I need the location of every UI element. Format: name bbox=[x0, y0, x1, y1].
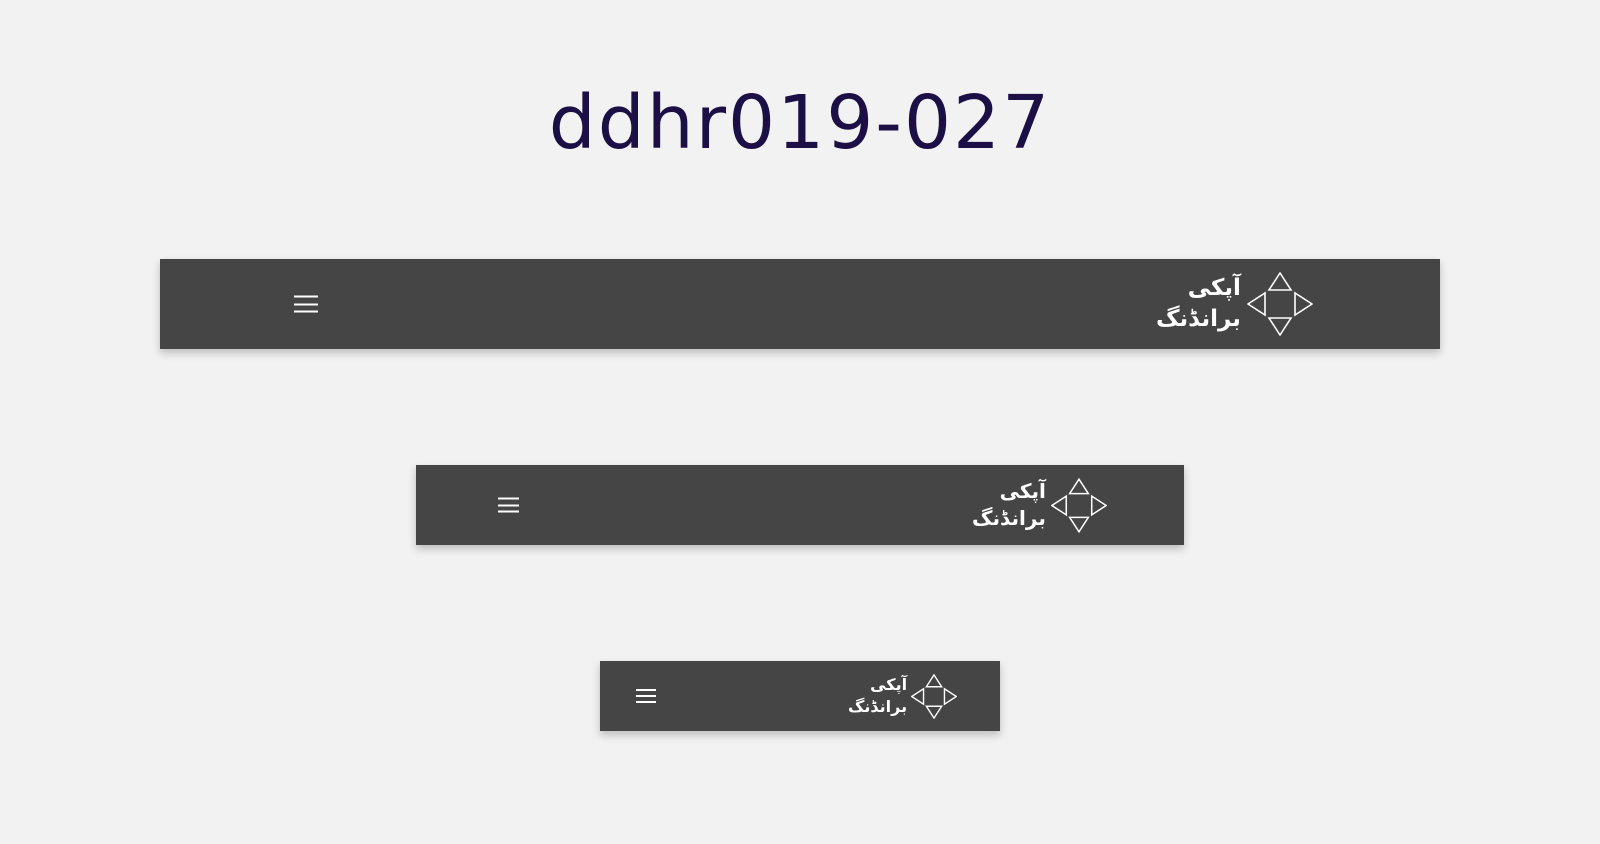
logo-text: آپکی برانڈنگ bbox=[972, 478, 1046, 532]
four-triangles-icon bbox=[911, 673, 958, 719]
brand-logo[interactable]: آپکی برانڈنگ bbox=[1156, 259, 1313, 349]
hamburger-line bbox=[498, 504, 519, 506]
page-title: ddhr019-027 bbox=[548, 80, 1052, 166]
hamburger-line bbox=[636, 695, 656, 697]
logo-line-1: آپکی bbox=[870, 675, 908, 694]
menu-button[interactable] bbox=[498, 497, 519, 513]
logo-line-2: برانڈنگ bbox=[972, 506, 1046, 530]
menu-button[interactable] bbox=[636, 689, 656, 703]
navbar-small: آپکی برانڈنگ bbox=[600, 661, 1000, 731]
logo-line-1: آپکی bbox=[1187, 275, 1241, 301]
four-triangles-icon bbox=[1050, 477, 1107, 533]
hamburger-line bbox=[294, 295, 318, 298]
logo-line-1: آپکی bbox=[999, 479, 1046, 503]
brand-logo[interactable]: آپکی برانڈنگ bbox=[972, 465, 1107, 545]
hamburger-line bbox=[294, 303, 318, 305]
hamburger-line bbox=[294, 310, 318, 313]
navbar-medium: آپکی برانڈنگ bbox=[416, 465, 1184, 545]
navbar-large: آپکی برانڈنگ bbox=[160, 259, 1440, 349]
hamburger-line bbox=[498, 510, 519, 513]
hamburger-line bbox=[636, 689, 656, 691]
logo-text: آپکی برانڈنگ bbox=[1156, 273, 1241, 335]
brand-logo[interactable]: آپکی برانڈنگ bbox=[848, 661, 958, 731]
hamburger-line bbox=[498, 497, 519, 500]
logo-line-2: برانڈنگ bbox=[1156, 306, 1241, 332]
four-triangles-icon bbox=[1246, 272, 1313, 336]
hamburger-line bbox=[636, 701, 656, 703]
logo-text: آپکی برانڈنگ bbox=[848, 674, 907, 718]
menu-button[interactable] bbox=[294, 295, 318, 313]
logo-line-2: برانڈنگ bbox=[848, 697, 908, 716]
